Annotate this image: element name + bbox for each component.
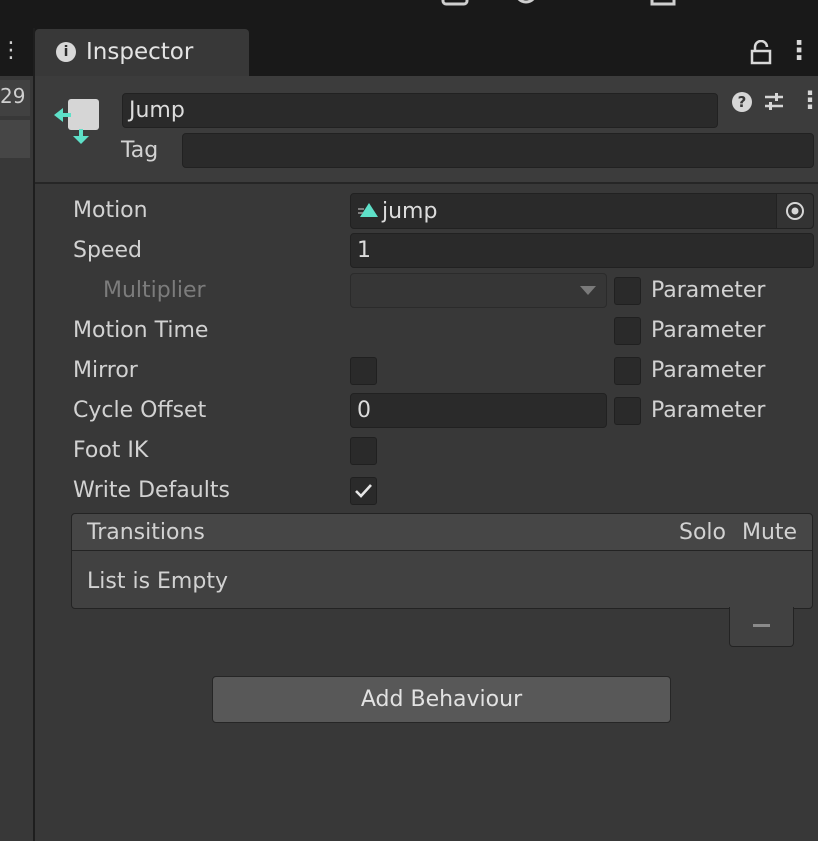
help-icon[interactable]: ? <box>732 92 752 112</box>
write-defaults-checkbox[interactable] <box>350 477 377 505</box>
foot-ik-label: Foot IK <box>73 438 149 463</box>
solo-column-label: Solo <box>679 520 726 545</box>
list-empty-text: List is Empty <box>87 569 228 594</box>
mirror-checkbox[interactable] <box>350 357 377 385</box>
remove-transition-button[interactable] <box>729 607 794 647</box>
speed-value: 1 <box>357 238 371 263</box>
minus-icon <box>753 624 770 627</box>
checkmark-icon <box>355 484 372 498</box>
context-menu-icon[interactable]: ⋮ <box>798 88 818 112</box>
object-picker-button[interactable] <box>776 194 813 228</box>
multiplier-dropdown[interactable] <box>350 273 607 308</box>
animation-clip-icon <box>358 203 378 217</box>
motion-time-parameter-checkbox[interactable] <box>614 317 641 345</box>
preset-icon[interactable] <box>763 91 785 113</box>
tab-title: Inspector <box>86 39 194 65</box>
mute-column-label: Mute <box>742 520 798 545</box>
info-icon: i <box>56 42 76 62</box>
transitions-title: Transitions <box>87 520 205 545</box>
left-panel-menu-icon[interactable]: ⋮ <box>0 40 22 62</box>
tab-menu-icon[interactable]: ⋮ <box>786 38 812 64</box>
state-name-field[interactable] <box>122 93 718 128</box>
speed-field[interactable] <box>350 233 814 268</box>
left-panel-field-value: 29 <box>0 84 26 108</box>
write-defaults-label: Write Defaults <box>73 478 230 503</box>
motion-value: jump <box>382 199 438 224</box>
left-panel-tab: ⋮ <box>0 28 33 76</box>
add-behaviour-button[interactable]: Add Behaviour <box>212 676 671 723</box>
mirror-parameter-checkbox[interactable] <box>614 357 641 385</box>
multiplier-parameter-checkbox[interactable] <box>614 277 641 305</box>
inspector-panel <box>35 76 818 841</box>
tag-label: Tag <box>121 138 159 163</box>
mirror-label: Mirror <box>73 358 138 383</box>
target-icon <box>786 202 804 220</box>
top-toolbar: Layout <box>0 0 818 28</box>
mirror-parameter-label: Parameter <box>651 358 766 383</box>
cycle-offset-label: Cycle Offset <box>73 398 207 423</box>
left-panel-selection[interactable] <box>0 120 30 158</box>
cycle-offset-parameter-checkbox[interactable] <box>614 397 641 425</box>
motion-time-parameter-label: Parameter <box>651 318 766 343</box>
state-name-value: Jump <box>129 98 185 123</box>
foot-ik-checkbox[interactable] <box>350 437 377 465</box>
lock-icon[interactable] <box>750 40 772 66</box>
motion-time-label: Motion Time <box>73 318 209 343</box>
cycle-offset-parameter-label: Parameter <box>651 398 766 423</box>
motion-label: Motion <box>73 198 148 223</box>
cycle-offset-value: 0 <box>357 398 371 423</box>
multiplier-label: Multiplier <box>103 278 206 303</box>
multiplier-parameter-label: Parameter <box>651 278 766 303</box>
chevron-down-icon <box>580 286 596 295</box>
top-toolbar-icons: Layout <box>441 0 676 6</box>
animator-state-icon <box>54 99 99 144</box>
cycle-offset-field[interactable] <box>350 393 607 428</box>
speed-label: Speed <box>73 238 142 263</box>
tag-field[interactable] <box>182 133 814 168</box>
